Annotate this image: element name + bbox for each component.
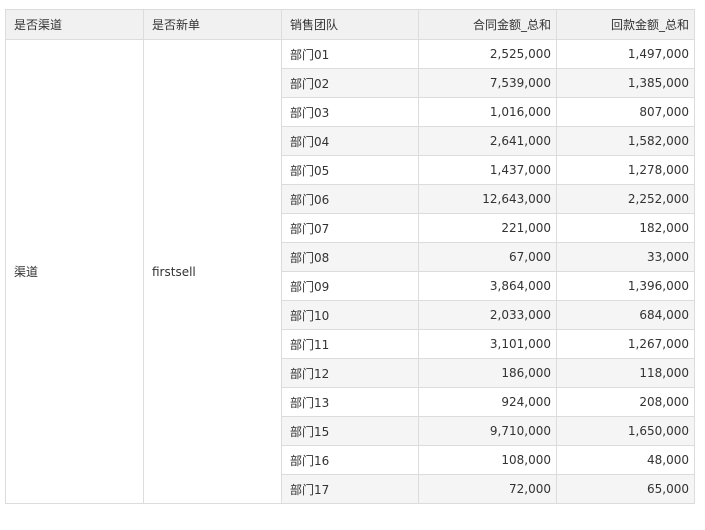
- cell-sales-team: 部门15: [281, 416, 419, 446]
- cell-payment-amount: 65,000: [556, 474, 695, 504]
- cell-is-new-order: firstsell: [143, 39, 282, 504]
- cell-payment-amount: 1,582,000: [556, 126, 695, 156]
- cell-sales-team: 部门02: [281, 68, 419, 98]
- cell-payment-amount: 1,396,000: [556, 271, 695, 301]
- table-body: 渠道 firstsell 部门01 2,525,000 1,497,000 部门02 7,5…: [5, 39, 695, 504]
- cell-payment-amount: 208,000: [556, 387, 695, 417]
- column-header-payment-amount-sum[interactable]: 回款金额_总和: [556, 9, 695, 40]
- pivot-table: 是否渠道 是否新单 销售团队 合同金额_总和 回款金额_总和 渠道 firstse…: [5, 9, 695, 504]
- cell-sales-team: 部门04: [281, 126, 419, 156]
- cell-sales-team: 部门10: [281, 300, 419, 330]
- cell-payment-amount: 2,252,000: [556, 184, 695, 214]
- cell-payment-amount: 1,650,000: [556, 416, 695, 446]
- column-header-sales-team[interactable]: 销售团队: [281, 9, 419, 40]
- cell-payment-amount: 684,000: [556, 300, 695, 330]
- cell-contract-amount: 3,101,000: [418, 329, 557, 359]
- cell-payment-amount: 182,000: [556, 213, 695, 243]
- column-header-is-new-order[interactable]: 是否新单: [143, 9, 282, 40]
- cell-contract-amount: 924,000: [418, 387, 557, 417]
- column-header-is-channel[interactable]: 是否渠道: [5, 9, 144, 40]
- cell-payment-amount: 1,497,000: [556, 39, 695, 69]
- cell-contract-amount: 67,000: [418, 242, 557, 272]
- cell-contract-amount: 108,000: [418, 445, 557, 475]
- cell-is-channel: 渠道: [5, 39, 144, 504]
- cell-contract-amount: 186,000: [418, 358, 557, 388]
- cell-sales-team: 部门11: [281, 329, 419, 359]
- cell-contract-amount: 7,539,000: [418, 68, 557, 98]
- cell-sales-team: 部门17: [281, 474, 419, 504]
- cell-contract-amount: 1,016,000: [418, 97, 557, 127]
- cell-payment-amount: 1,278,000: [556, 155, 695, 185]
- cell-sales-team: 部门07: [281, 213, 419, 243]
- cell-contract-amount: 72,000: [418, 474, 557, 504]
- cell-payment-amount: 118,000: [556, 358, 695, 388]
- cell-payment-amount: 48,000: [556, 445, 695, 475]
- cell-contract-amount: 221,000: [418, 213, 557, 243]
- cell-contract-amount: 12,643,000: [418, 184, 557, 214]
- cell-sales-team: 部门05: [281, 155, 419, 185]
- cell-contract-amount: 2,525,000: [418, 39, 557, 69]
- cell-sales-team: 部门06: [281, 184, 419, 214]
- cell-sales-team: 部门03: [281, 97, 419, 127]
- cell-contract-amount: 2,641,000: [418, 126, 557, 156]
- cell-sales-team: 部门13: [281, 387, 419, 417]
- cell-payment-amount: 1,267,000: [556, 329, 695, 359]
- column-header-contract-amount-sum[interactable]: 合同金额_总和: [418, 9, 557, 40]
- cell-payment-amount: 33,000: [556, 242, 695, 272]
- cell-contract-amount: 1,437,000: [418, 155, 557, 185]
- cell-payment-amount: 807,000: [556, 97, 695, 127]
- cell-contract-amount: 2,033,000: [418, 300, 557, 330]
- cell-sales-team: 部门08: [281, 242, 419, 272]
- cell-sales-team: 部门01: [281, 39, 419, 69]
- cell-contract-amount: 9,710,000: [418, 416, 557, 446]
- cell-sales-team: 部门12: [281, 358, 419, 388]
- header-row: 是否渠道 是否新单 销售团队 合同金额_总和 回款金额_总和: [5, 9, 695, 40]
- cell-payment-amount: 1,385,000: [556, 68, 695, 98]
- cell-sales-team: 部门09: [281, 271, 419, 301]
- table-row: 渠道 firstsell 部门01 2,525,000 1,497,000: [5, 39, 695, 504]
- cell-contract-amount: 3,864,000: [418, 271, 557, 301]
- cell-sales-team: 部门16: [281, 445, 419, 475]
